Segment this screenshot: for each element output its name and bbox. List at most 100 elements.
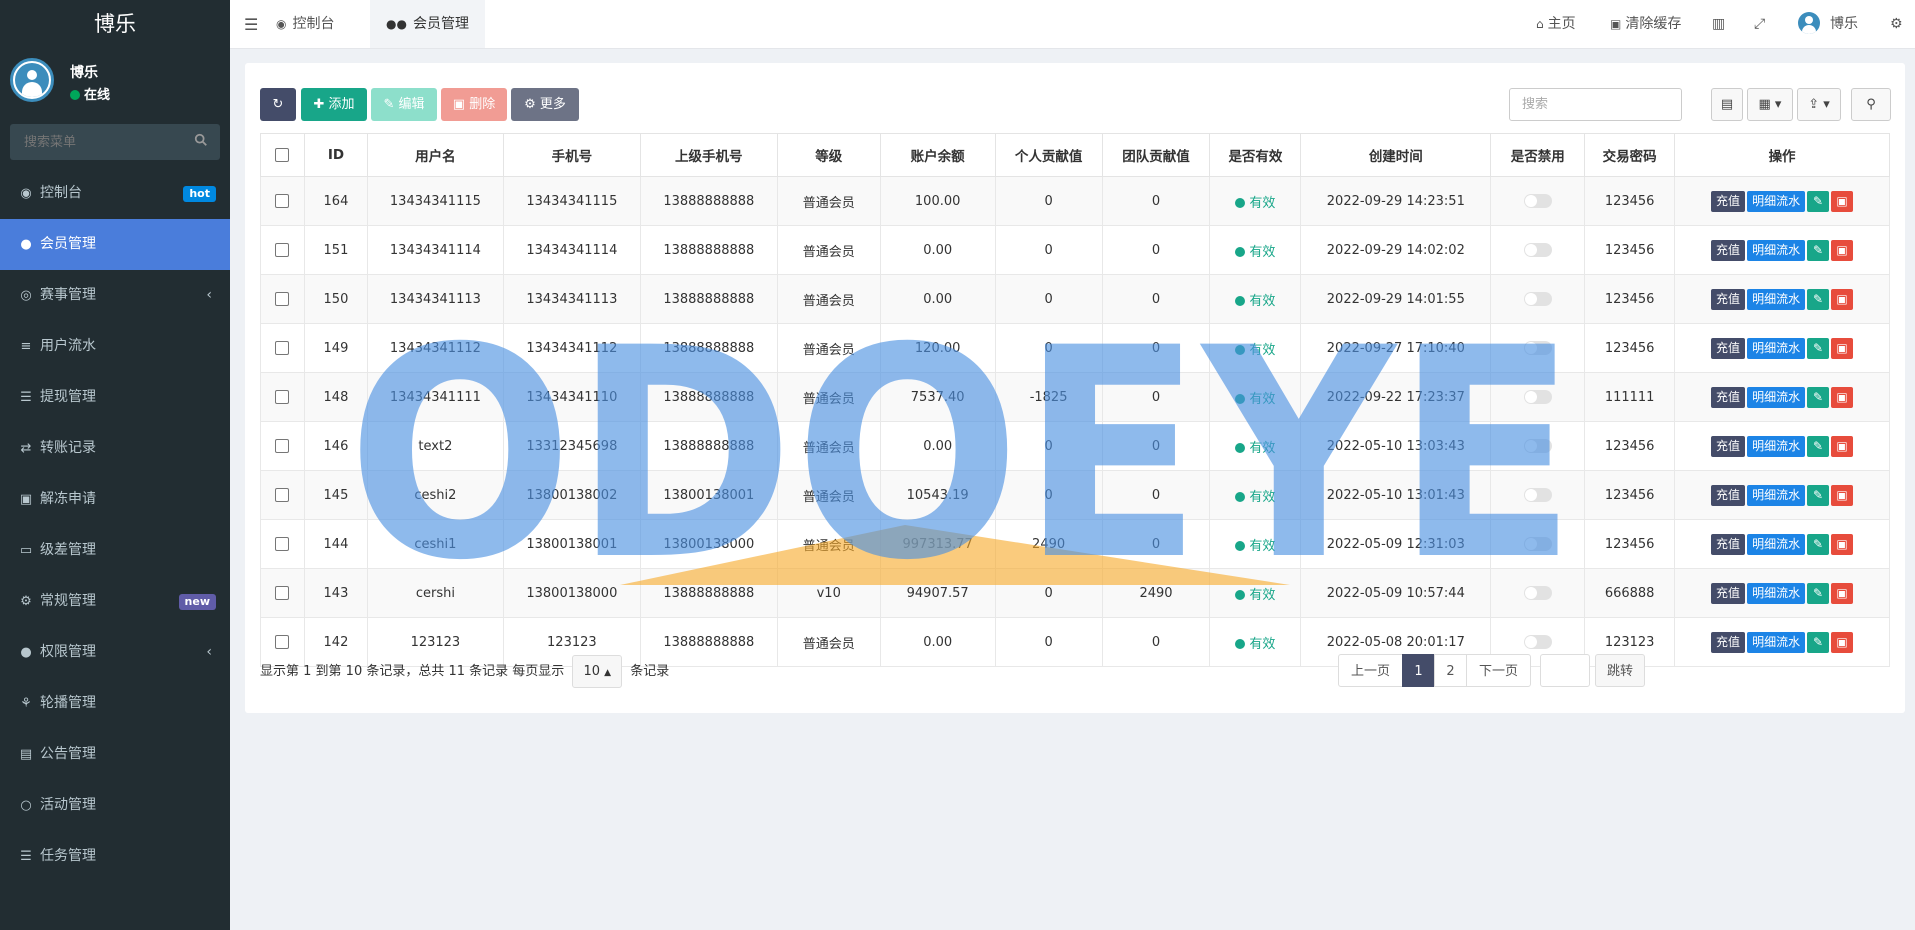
column-header[interactable]: 个人贡献值: [994, 133, 1103, 177]
sidebar-item[interactable]: ○ 活动管理: [0, 780, 230, 831]
charge-button[interactable]: 充值: [1711, 239, 1746, 261]
delete-row-button[interactable]: ▣: [1831, 239, 1854, 261]
more-button[interactable]: ⚙ 更多: [511, 88, 579, 121]
edit-row-button[interactable]: ✎: [1807, 582, 1830, 604]
columns-dropdown-icon[interactable]: ▦ ▾: [1747, 88, 1793, 121]
search-icon[interactable]: ⚲: [1851, 88, 1891, 121]
menu-toggle-icon[interactable]: ☰: [244, 15, 258, 34]
delete-row-button[interactable]: ▣: [1831, 190, 1854, 212]
row-checkbox[interactable]: [275, 243, 290, 257]
column-header[interactable]: 操作: [1674, 133, 1890, 177]
disable-toggle[interactable]: [1523, 439, 1552, 453]
delete-row-button[interactable]: ▣: [1831, 337, 1854, 359]
disable-toggle[interactable]: [1523, 194, 1552, 208]
detail-button[interactable]: 明细流水: [1747, 288, 1806, 310]
clear-cache-button[interactable]: ▣ 清除缓存: [1610, 0, 1681, 48]
delete-row-button[interactable]: ▣: [1831, 631, 1854, 653]
column-header[interactable]: ID: [303, 133, 368, 177]
detail-button[interactable]: 明细流水: [1747, 386, 1806, 408]
sidebar-item[interactable]: ● 权限管理 ‹: [0, 627, 230, 678]
toggle-view-icon[interactable]: ▤: [1711, 88, 1743, 121]
charge-button[interactable]: 充值: [1711, 533, 1746, 555]
jump-page-input[interactable]: [1540, 654, 1590, 687]
delete-row-button[interactable]: ▣: [1831, 386, 1854, 408]
disable-toggle[interactable]: [1523, 586, 1552, 600]
disable-toggle[interactable]: [1523, 537, 1552, 551]
column-header[interactable]: 是否禁用: [1490, 133, 1586, 177]
select-all-checkbox[interactable]: [275, 148, 290, 162]
add-button[interactable]: ✚ 添加: [301, 88, 367, 121]
charge-button[interactable]: 充值: [1711, 337, 1746, 359]
edit-row-button[interactable]: ✎: [1807, 631, 1830, 653]
detail-button[interactable]: 明细流水: [1747, 484, 1806, 506]
sidebar-item[interactable]: ⚙ 常规管理 new: [0, 576, 230, 627]
row-checkbox[interactable]: [275, 488, 290, 502]
sidebar-item[interactable]: ≡ 用户流水: [0, 321, 230, 372]
disable-toggle[interactable]: [1523, 292, 1552, 306]
tab-dashboard[interactable]: ◉ 控制台: [260, 0, 350, 48]
edit-row-button[interactable]: ✎: [1807, 239, 1830, 261]
edit-row-button[interactable]: ✎: [1807, 533, 1830, 555]
app-brand[interactable]: 博乐: [0, 0, 230, 48]
page-2-button[interactable]: 2: [1434, 654, 1467, 687]
detail-button[interactable]: 明细流水: [1747, 582, 1806, 604]
row-checkbox[interactable]: [275, 537, 290, 551]
disable-toggle[interactable]: [1523, 390, 1552, 404]
row-checkbox[interactable]: [275, 341, 290, 355]
column-header[interactable]: 上级手机号: [639, 133, 778, 177]
sidebar-item[interactable]: ● 会员管理: [0, 219, 230, 270]
jump-button[interactable]: 跳转: [1595, 654, 1645, 687]
sidebar-item[interactable]: ⇄ 转账记录: [0, 423, 230, 474]
edit-row-button[interactable]: ✎: [1807, 435, 1830, 457]
disable-toggle[interactable]: [1523, 341, 1552, 355]
prev-page-button[interactable]: 上一页: [1338, 654, 1403, 687]
table-search-input[interactable]: 搜索: [1509, 88, 1682, 121]
settings-gear-icon[interactable]: ⚙: [1890, 0, 1903, 48]
row-checkbox[interactable]: [275, 194, 290, 208]
detail-button[interactable]: 明细流水: [1747, 239, 1806, 261]
tab-members[interactable]: ●● 会员管理: [370, 0, 485, 48]
sidebar-item[interactable]: ▭ 级差管理: [0, 525, 230, 576]
charge-button[interactable]: 充值: [1711, 582, 1746, 604]
delete-row-button[interactable]: ▣: [1831, 582, 1854, 604]
column-header[interactable]: 账户余额: [879, 133, 996, 177]
row-checkbox[interactable]: [275, 390, 290, 404]
page-size-select[interactable]: 10 ▲: [572, 655, 623, 688]
edit-row-button[interactable]: ✎: [1807, 190, 1830, 212]
translate-icon[interactable]: ▥: [1712, 0, 1725, 48]
disable-toggle[interactable]: [1523, 488, 1552, 502]
edit-row-button[interactable]: ✎: [1807, 288, 1830, 310]
next-page-button[interactable]: 下一页: [1466, 654, 1531, 687]
delete-row-button[interactable]: ▣: [1831, 435, 1854, 457]
delete-row-button[interactable]: ▣: [1831, 484, 1854, 506]
sidebar-item[interactable]: ◎ 赛事管理 ‹: [0, 270, 230, 321]
edit-row-button[interactable]: ✎: [1807, 386, 1830, 408]
column-header[interactable]: 团队贡献值: [1101, 133, 1211, 177]
edit-row-button[interactable]: ✎: [1807, 337, 1830, 359]
detail-button[interactable]: 明细流水: [1747, 631, 1806, 653]
edit-row-button[interactable]: ✎: [1807, 484, 1830, 506]
column-header[interactable]: 等级: [776, 133, 881, 177]
disable-toggle[interactable]: [1523, 635, 1552, 649]
user-menu[interactable]: 博乐: [1798, 0, 1858, 48]
column-header[interactable]: 用户名: [366, 133, 504, 177]
page-1-button[interactable]: 1: [1402, 654, 1435, 687]
row-checkbox[interactable]: [275, 586, 290, 600]
column-header[interactable]: 手机号: [502, 133, 641, 177]
row-checkbox[interactable]: [275, 439, 290, 453]
detail-button[interactable]: 明细流水: [1747, 190, 1806, 212]
edit-button[interactable]: ✎ 编辑: [371, 88, 437, 121]
detail-button[interactable]: 明细流水: [1747, 533, 1806, 555]
sidebar-search-input[interactable]: [10, 124, 184, 160]
fullscreen-icon[interactable]: ⤢: [1754, 0, 1765, 48]
sidebar-item[interactable]: ▤ 公告管理: [0, 729, 230, 780]
delete-button[interactable]: ▣ 删除: [441, 88, 507, 121]
sidebar-item[interactable]: ☰ 提现管理: [0, 372, 230, 423]
column-header[interactable]: 交易密码: [1584, 133, 1676, 177]
column-header[interactable]: 是否有效: [1209, 133, 1302, 177]
detail-button[interactable]: 明细流水: [1747, 435, 1806, 457]
row-checkbox[interactable]: [275, 292, 290, 306]
charge-button[interactable]: 充值: [1711, 631, 1746, 653]
charge-button[interactable]: 充值: [1711, 435, 1746, 457]
sidebar-item[interactable]: ▣ 解冻申请: [0, 474, 230, 525]
